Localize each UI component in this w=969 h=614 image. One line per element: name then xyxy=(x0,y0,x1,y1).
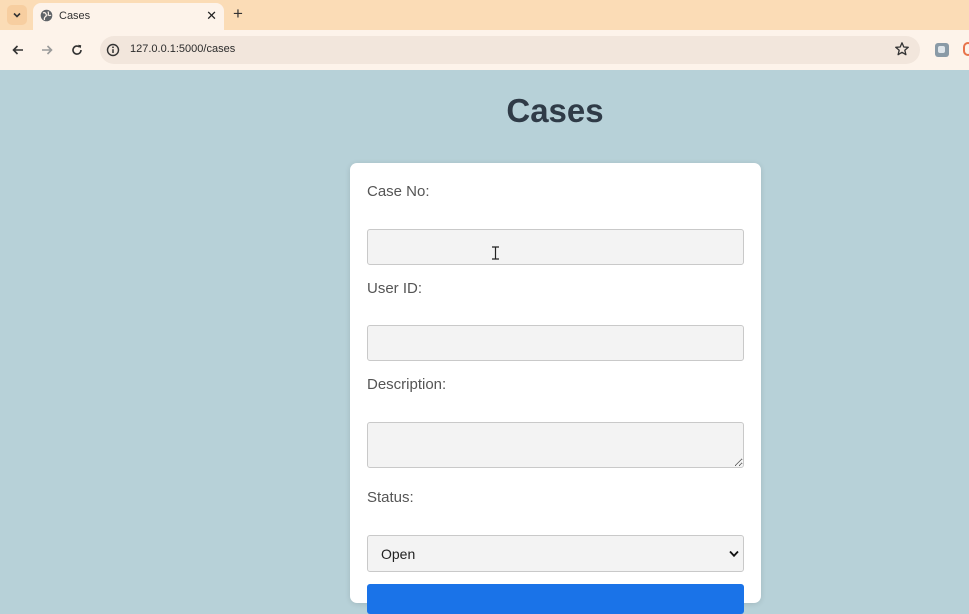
status-select[interactable]: Open xyxy=(367,535,744,572)
chevron-down-icon xyxy=(729,550,739,558)
address-bar[interactable]: 127.0.0.1:5000/cases xyxy=(100,36,920,64)
case-no-input[interactable] xyxy=(367,229,744,265)
back-button[interactable] xyxy=(9,41,27,59)
tab-search-button[interactable] xyxy=(7,5,27,25)
arrow-right-icon xyxy=(42,45,53,55)
extension-icon[interactable] xyxy=(963,42,969,56)
status-selected-value: Open xyxy=(381,546,416,562)
url-text: 127.0.0.1:5000/cases xyxy=(130,43,236,55)
chevron-down-icon xyxy=(13,12,21,18)
globe-icon xyxy=(40,9,53,22)
case-no-label: Case No: xyxy=(367,183,430,200)
reload-button[interactable] xyxy=(68,41,86,59)
user-id-label: User ID: xyxy=(367,280,423,297)
reload-icon xyxy=(72,44,82,55)
close-tab-icon[interactable]: ✕ xyxy=(206,9,217,23)
text-cursor-icon xyxy=(492,246,499,260)
description-label: Description: xyxy=(367,376,447,393)
new-tab-icon[interactable]: + xyxy=(233,5,243,23)
browser-toolbar: 127.0.0.1:5000/cases xyxy=(0,30,969,70)
bookmark-star-icon[interactable] xyxy=(894,41,910,57)
status-label: Status: xyxy=(367,489,414,506)
description-textarea[interactable] xyxy=(367,422,744,468)
case-form: Case No: User ID: Description: Status: O… xyxy=(350,163,761,614)
tab-title: Cases xyxy=(59,10,91,22)
site-info-icon[interactable] xyxy=(106,43,120,57)
forward-button[interactable] xyxy=(38,41,56,59)
user-id-input[interactable] xyxy=(367,325,744,361)
browser-tab-bar: Cases ✕ + xyxy=(0,0,969,30)
profile-icon[interactable] xyxy=(935,43,949,57)
page-title: Cases xyxy=(506,92,604,129)
arrow-left-icon xyxy=(12,45,23,55)
browser-tab-cases[interactable]: Cases ✕ xyxy=(33,3,224,30)
submit-button[interactable] xyxy=(367,584,744,614)
